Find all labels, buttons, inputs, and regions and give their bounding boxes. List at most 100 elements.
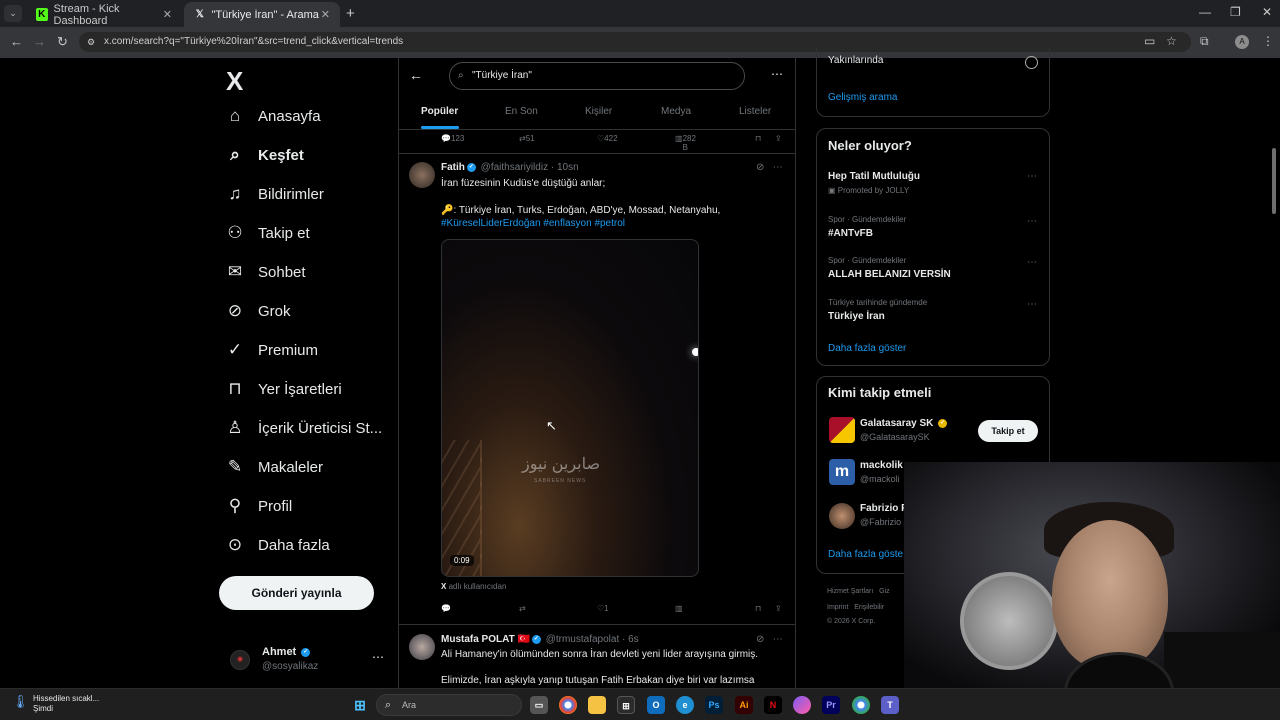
tab-media[interactable]: Medya xyxy=(661,106,691,117)
bookmark-star-icon[interactable]: ☆ xyxy=(1166,34,1177,48)
nav-item-chat[interactable]: ✉ Sohbet xyxy=(220,254,306,290)
nav-item-follow[interactable]: ⚇ Takip et xyxy=(220,215,309,251)
new-tab-icon[interactable]: + xyxy=(346,5,355,22)
trend-name[interactable]: ALLAH BELANIZI VERSİN xyxy=(828,269,951,280)
nav-item-premium[interactable]: ✓ Premium xyxy=(220,332,318,368)
photoshop-icon[interactable]: Ps xyxy=(705,696,723,714)
page-scrollbar[interactable] xyxy=(1272,148,1276,214)
edge-icon[interactable]: e xyxy=(676,696,694,714)
share-icon[interactable]: ⇪ xyxy=(775,134,782,143)
trend-name[interactable]: #ANTvFB xyxy=(828,228,873,239)
tweet[interactable]: Fatih ✓ @faithsariyildiz · 10sn ⊘ ⋯ İran … xyxy=(399,158,795,618)
nav-item-grok[interactable]: ⊘ Grok xyxy=(220,293,291,329)
trend-name[interactable]: Hep Tatil Mutluluğu xyxy=(828,171,920,182)
suggestion-name[interactable]: Galatasaray SK ✓ xyxy=(860,418,949,429)
nearby-radio[interactable] xyxy=(1025,56,1038,69)
like-button[interactable]: ♡ 1 xyxy=(597,604,609,613)
avatar[interactable] xyxy=(409,634,435,660)
show-more-link[interactable]: Daha fazla göster xyxy=(828,343,906,354)
tweet-hashtags[interactable]: #KüreselLiderErdoğan #enflasyon #petrol xyxy=(441,217,781,230)
back-arrow-icon[interactable]: ← xyxy=(409,67,423,83)
illustrator-icon[interactable]: Ai xyxy=(735,696,753,714)
extensions-icon[interactable]: ⧉ xyxy=(1200,34,1209,49)
nav-item-profile[interactable]: ⚲ Profil xyxy=(220,488,292,524)
reply-button[interactable]: 💬 123 xyxy=(441,134,464,143)
galatasaray-logo[interactable] xyxy=(829,417,855,443)
more-icon[interactable]: ⋯ xyxy=(1027,171,1037,182)
grok-icon[interactable]: ⊘ xyxy=(756,162,764,173)
outlook-icon[interactable]: O xyxy=(647,696,665,714)
nav-item-explore[interactable]: ⌕ Keşfet xyxy=(220,137,304,173)
suggestion-name[interactable]: mackolik xyxy=(860,460,903,471)
chrome-icon[interactable] xyxy=(559,696,577,714)
teams-icon[interactable]: T xyxy=(881,696,899,714)
avatar[interactable] xyxy=(409,162,435,188)
nav-item-bookmarks[interactable]: ⊓ Yer İşaretleri xyxy=(220,371,341,407)
cast-icon[interactable]: ▭ xyxy=(1144,34,1155,48)
close-window-icon[interactable]: ✕ xyxy=(1262,5,1272,19)
views-button[interactable]: ▥ 282 B xyxy=(675,134,696,152)
taskbar-search[interactable]: ⌕ Ara xyxy=(376,694,522,716)
reload-icon[interactable]: ↻ xyxy=(57,34,68,50)
more-icon[interactable]: ⋯ xyxy=(1027,216,1037,227)
minimize-icon[interactable]: — xyxy=(1199,5,1211,19)
repost-button[interactable]: ⇄ 51 xyxy=(519,134,535,143)
more-icon[interactable]: ⋯ xyxy=(1027,299,1037,310)
chrome-profile-icon[interactable] xyxy=(852,696,870,714)
x-logo[interactable]: X xyxy=(226,66,243,97)
grok-icon[interactable]: ⊘ xyxy=(756,634,764,645)
bookmark-icon[interactable]: ⊓ xyxy=(755,604,761,613)
suggestion-name[interactable]: Fabrizio R xyxy=(860,503,908,514)
back-icon[interactable]: ← xyxy=(10,34,23,49)
tweet-author[interactable]: Fatih ✓ @faithsariyildiz · 10sn xyxy=(441,162,579,173)
premiere-icon[interactable]: Pr xyxy=(822,696,840,714)
close-icon[interactable]: ✕ xyxy=(163,8,172,21)
like-button[interactable]: ♡ 422 xyxy=(597,134,618,143)
tweet[interactable]: Mustafa POLAT 🇹🇷 ✓ @trmustafapolat · 6s ⊘… xyxy=(399,630,795,688)
footer-link[interactable]: Hizmet Şartları Giz xyxy=(827,588,890,595)
tab-search-dropdown[interactable]: ⌄ xyxy=(4,5,22,22)
account-switcher[interactable]: ◉ Ahmet ✓ @sosyalikaz ⋯ xyxy=(230,644,390,674)
views-button[interactable]: ▥ xyxy=(675,604,683,613)
tab-people[interactable]: Kişiler xyxy=(585,106,612,117)
forward-icon[interactable]: → xyxy=(33,34,46,49)
netflix-icon[interactable]: N xyxy=(764,696,782,714)
show-more-link[interactable]: Daha fazla göste xyxy=(828,549,903,560)
tab-x-search[interactable]: 𝕏 "Türkiye İran" - Arama / X ✕ xyxy=(184,2,340,27)
more-icon[interactable]: ⋯ xyxy=(771,67,783,81)
post-button[interactable]: Gönderi yayınla xyxy=(219,576,374,610)
tab-latest[interactable]: En Son xyxy=(505,106,538,117)
reply-button[interactable]: 💬 xyxy=(441,604,451,613)
tweet-author[interactable]: Mustafa POLAT 🇹🇷 ✓ @trmustafapolat · 6s xyxy=(441,634,639,645)
menu-icon[interactable]: ⋮ xyxy=(1262,34,1274,48)
task-view-icon[interactable]: ▭ xyxy=(530,696,548,714)
nav-item-notifications[interactable]: ♫ Bildirimler xyxy=(220,176,324,212)
more-icon[interactable]: ⋯ xyxy=(773,162,783,173)
more-icon[interactable]: ⋯ xyxy=(1027,257,1037,268)
repost-button[interactable]: ⇄ xyxy=(519,604,526,613)
store-icon[interactable]: ⊞ xyxy=(617,696,635,714)
follow-button[interactable]: Takip et xyxy=(978,420,1038,442)
file-explorer-icon[interactable] xyxy=(588,696,606,714)
avatar[interactable] xyxy=(829,503,855,529)
more-icon[interactable]: ⋯ xyxy=(372,650,384,664)
nav-item-more[interactable]: ⊙ Daha fazla xyxy=(220,527,330,563)
trend-name[interactable]: Türkiye İran xyxy=(828,311,885,322)
restore-icon[interactable]: ❐ xyxy=(1230,5,1241,19)
tab-popular[interactable]: Popüler xyxy=(421,106,458,117)
tab-lists[interactable]: Listeler xyxy=(739,106,771,117)
windows-start-icon[interactable]: ⊞ xyxy=(351,696,369,714)
nav-item-creator-studio[interactable]: ♙ İçerik Üreticisi St... xyxy=(220,410,382,446)
tweet-video[interactable]: صابرين نيوز SABREEN NEWS ↖ 0:09 xyxy=(441,239,699,577)
profile-avatar[interactable]: A xyxy=(1235,35,1249,49)
copilot-icon[interactable] xyxy=(793,696,811,714)
advanced-search-link[interactable]: Gelişmiş arama xyxy=(828,92,897,103)
search-input[interactable]: ⌕ "Türkiye İran" xyxy=(449,62,745,90)
bookmark-icon[interactable]: ⊓ xyxy=(755,134,761,143)
nav-item-home[interactable]: ⌂ Anasayfa xyxy=(220,98,321,134)
more-icon[interactable]: ⋯ xyxy=(773,634,783,645)
tab-kick-dashboard[interactable]: K Stream - Kick Dashboard ✕ xyxy=(26,2,182,27)
close-icon[interactable]: ✕ xyxy=(321,8,330,21)
nav-item-articles[interactable]: ✎ Makaleler xyxy=(220,449,323,485)
share-icon[interactable]: ⇪ xyxy=(775,604,782,613)
